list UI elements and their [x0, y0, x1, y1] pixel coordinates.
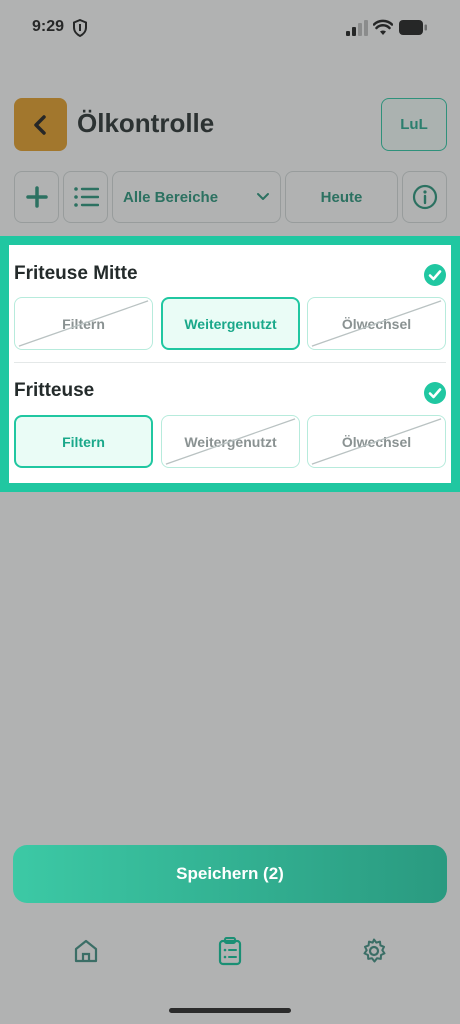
option-label: Weitergenutzt	[184, 315, 277, 332]
check-circle-icon	[424, 264, 446, 286]
save-button[interactable]: Speichern (2)	[13, 845, 447, 903]
option-label: Filtern	[62, 315, 105, 332]
group-divider	[14, 362, 446, 363]
nav-settings[interactable]	[357, 934, 391, 968]
oil-check-card: Friteuse Mitte Filtern Weitergenutzt Ölw…	[0, 236, 460, 492]
option-label: Weitergenutzt	[184, 433, 277, 450]
group-title: Fritteuse	[14, 380, 95, 401]
option-filtern[interactable]: Filtern	[14, 415, 153, 468]
group-title: Friteuse Mitte	[14, 263, 138, 284]
option-oelwechsel[interactable]: Ölwechsel	[307, 297, 446, 350]
screen: 9:29 Ölkontrolle LuL Alle Bereiche Heute…	[0, 0, 460, 1024]
check-circle-icon	[424, 382, 446, 404]
nav-home[interactable]	[69, 934, 103, 968]
option-filtern[interactable]: Filtern	[14, 297, 153, 350]
dim-overlay-top	[0, 0, 460, 236]
nav-checklists[interactable]	[213, 934, 247, 968]
option-oelwechsel[interactable]: Ölwechsel	[307, 415, 446, 468]
home-icon	[74, 939, 98, 963]
gear-icon	[363, 938, 386, 963]
option-weitergenutzt[interactable]: Weitergenutzt	[161, 297, 300, 350]
clipboard-list-icon	[218, 937, 242, 966]
option-label: Filtern	[62, 433, 105, 450]
option-weitergenutzt[interactable]: Weitergenutzt	[161, 415, 300, 468]
option-label: Ölwechsel	[341, 433, 412, 450]
home-indicator	[169, 1008, 291, 1013]
option-label: Ölwechsel	[341, 315, 412, 332]
